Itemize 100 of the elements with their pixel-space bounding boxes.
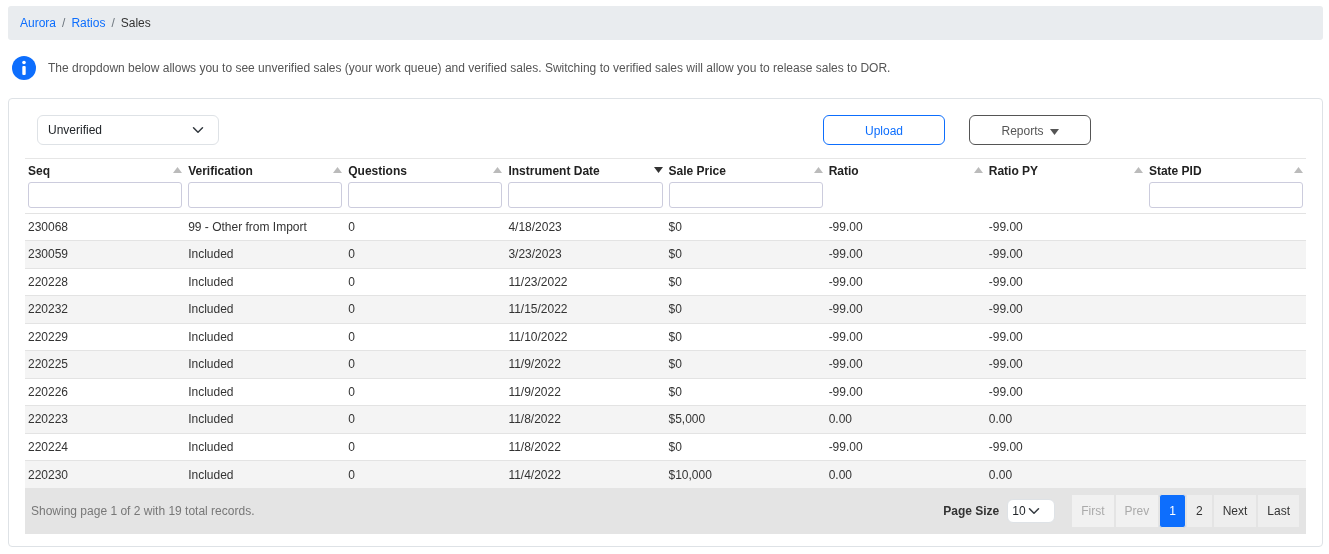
column-header[interactable]: Verification — [188, 164, 253, 179]
upload-button[interactable]: Upload — [823, 115, 945, 146]
sort-descending-icon[interactable] — [653, 167, 663, 174]
page-size-label: Page Size — [943, 504, 1000, 519]
table-cell: 11/9/2022 — [508, 384, 561, 399]
breadcrumb-separator: / — [62, 16, 66, 30]
info-message: The dropdown below allows you to see unverified sales (your work queue) and verified sales. Switching to verified sales will allow you to release sales to DOR. — [48, 61, 891, 76]
filter-field[interactable] — [348, 181, 503, 208]
table-cell: 220229 — [28, 329, 69, 344]
view-select[interactable]: Unverified — [37, 115, 219, 146]
breadcrumb-current: Sales — [120, 16, 151, 30]
table-cell: 11/23/2022 — [508, 274, 568, 289]
table-cell: 220228 — [28, 274, 69, 289]
table-cell: 11/15/2022 — [508, 302, 568, 317]
table-cell: 0.00 — [828, 412, 852, 427]
breadcrumb-link[interactable]: Aurora — [20, 16, 57, 30]
info-icon — [12, 56, 36, 81]
table-cell: 11/10/2022 — [508, 329, 568, 344]
table-cell: Included — [188, 467, 234, 482]
column-header[interactable]: Instrument Date — [508, 164, 600, 179]
table-cell: $5,000 — [668, 412, 706, 427]
column-header[interactable]: Ratio — [828, 164, 859, 179]
table-cell: 230068 — [28, 219, 69, 234]
sort-ascending-icon[interactable] — [333, 167, 343, 174]
column-header[interactable]: Seq — [28, 164, 50, 179]
table-cell: 0 — [348, 467, 355, 482]
column-header[interactable]: Ratio PY — [988, 164, 1039, 179]
table-cell: -99.00 — [828, 274, 863, 289]
table-cell: $0 — [668, 247, 682, 262]
table-cell: -99.00 — [988, 302, 1023, 317]
table-cell: -99.00 — [988, 219, 1023, 234]
table-cell: 11/4/2022 — [508, 467, 561, 482]
sort-ascending-icon[interactable] — [1133, 167, 1143, 174]
table-cell: 220224 — [28, 439, 69, 454]
table-cell: 0 — [348, 302, 355, 317]
table-cell: Included — [188, 302, 234, 317]
table-cell: $0 — [668, 329, 682, 344]
table-cell: -99.00 — [988, 274, 1023, 289]
table-cell: Included — [188, 384, 234, 399]
table-cell: $0 — [668, 384, 682, 399]
table-cell: -99.00 — [828, 439, 863, 454]
table-cell: -99.00 — [988, 357, 1023, 372]
page-button[interactable]: 1 — [1159, 494, 1186, 529]
table-cell: Included — [188, 274, 234, 289]
table-cell: $0 — [668, 439, 682, 454]
sort-ascending-icon[interactable] — [1294, 167, 1303, 174]
table-cell: -99.00 — [828, 302, 863, 317]
table-cell: 230059 — [28, 247, 69, 262]
table-cell: 0 — [348, 412, 355, 427]
table-cell: $10,000 — [668, 467, 712, 482]
table-cell: 220230 — [28, 467, 69, 482]
filter-field[interactable] — [668, 181, 823, 208]
table-cell: 11/9/2022 — [508, 357, 561, 372]
record-summary: Showing page 1 of 2 with 19 total records. — [31, 504, 255, 519]
table-cell: 0 — [348, 274, 355, 289]
table-cell: 11/8/2022 — [508, 439, 561, 454]
table-cell: 0 — [348, 247, 355, 262]
table-cell: 220225 — [28, 357, 69, 372]
table-cell: Included — [188, 357, 234, 372]
table-cell: 0.00 — [988, 412, 1013, 427]
table-cell: 220232 — [28, 302, 69, 317]
sort-ascending-icon[interactable] — [973, 167, 983, 174]
table-cell: 220226 — [28, 384, 69, 399]
table-cell: 0 — [348, 384, 355, 399]
table-cell: -99.00 — [828, 219, 863, 234]
table-cell: $0 — [668, 219, 682, 234]
table-cell: -99.00 — [828, 247, 863, 262]
table-cell: -99.00 — [988, 439, 1023, 454]
table-cell: 220223 — [28, 412, 69, 427]
filter-field[interactable] — [508, 181, 663, 208]
table-cell: -99.00 — [828, 329, 863, 344]
table-cell: 0.00 — [828, 467, 852, 482]
table-cell: 4/18/2023 — [508, 219, 562, 234]
table-cell: $0 — [668, 357, 682, 372]
breadcrumb-separator: / — [111, 16, 115, 30]
sort-ascending-icon[interactable] — [173, 167, 183, 174]
column-header[interactable]: Questions — [348, 164, 407, 179]
page-button[interactable]: Last — [1257, 494, 1300, 529]
breadcrumb-link[interactable]: Ratios — [71, 16, 106, 30]
page-button[interactable]: Next — [1212, 494, 1258, 529]
table-cell: 11/8/2022 — [508, 412, 561, 427]
page-button[interactable]: 2 — [1185, 494, 1213, 529]
page-size-select[interactable]: 10 — [1007, 499, 1056, 524]
sort-ascending-icon[interactable] — [813, 167, 823, 174]
sort-ascending-icon[interactable] — [493, 167, 503, 174]
filter-field[interactable] — [188, 181, 343, 208]
caret-icon — [1049, 129, 1059, 136]
column-header[interactable]: Sale Price — [668, 164, 726, 179]
table-cell: 0 — [348, 357, 355, 372]
column-header[interactable]: State PID — [1148, 164, 1202, 179]
filter-field[interactable] — [28, 181, 183, 208]
table-cell: Included — [188, 412, 234, 427]
table-cell: Included — [188, 329, 234, 344]
table-cell: -99.00 — [988, 384, 1023, 399]
table-cell: $0 — [668, 302, 682, 317]
reports-button[interactable]: Reports — [969, 115, 1091, 146]
table-cell: Included — [188, 247, 234, 262]
filter-field[interactable] — [1148, 181, 1303, 208]
table-cell: -99.00 — [988, 329, 1023, 344]
table-cell: Included — [188, 439, 234, 454]
